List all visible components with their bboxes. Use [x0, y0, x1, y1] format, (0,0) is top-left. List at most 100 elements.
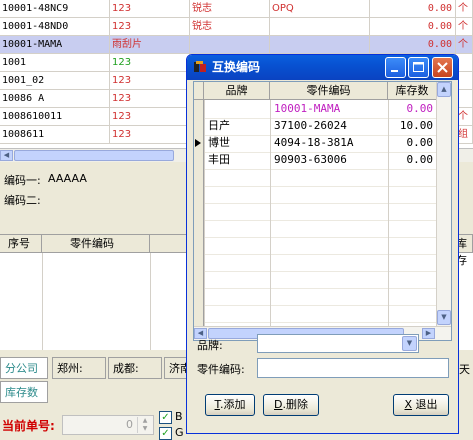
table-row[interactable]: 博世 4094-18-381A 0.00 [194, 135, 437, 152]
part-code-cell[interactable]: 1001_02 [0, 72, 110, 90]
col-header-brand[interactable]: 品牌 [204, 82, 270, 100]
app-icon [194, 61, 206, 72]
delete-button-label: .删除 [282, 398, 308, 411]
part-code-cell[interactable]: 1008610011 [0, 108, 110, 126]
chevron-down-icon[interactable]: ▼ [402, 336, 417, 351]
table-row[interactable]: 日产 37100-26024 10.00 [194, 118, 437, 135]
spec-cell[interactable] [270, 18, 370, 36]
part-code-cell[interactable]: 1001 [0, 54, 110, 72]
brand-cell[interactable]: 123 [110, 108, 190, 126]
table-row[interactable]: 10001-MAMA 雨刮片 0.00 个 [0, 36, 473, 54]
col-header-part-code[interactable]: 零件编码 [270, 82, 388, 100]
unit-cell[interactable]: 个 [456, 36, 473, 54]
brand-cell[interactable]: 博世 [204, 135, 270, 152]
interchange-grid-vscrollbar[interactable]: ▲ ▼ [436, 82, 451, 326]
part-code-cell[interactable]: 37100-26024 [270, 118, 388, 135]
row-divider [204, 254, 437, 255]
name-cell[interactable] [190, 36, 270, 54]
qty-cell[interactable]: 0.00 [388, 135, 437, 152]
col-header-index[interactable]: 序号 [0, 235, 42, 253]
part-code-cell[interactable]: 10086 A [0, 90, 110, 108]
exit-button[interactable]: X 退出 [393, 394, 449, 416]
part-code-cell[interactable]: 10001-48ND0 [0, 18, 110, 36]
col-divider [150, 253, 151, 350]
qty-cell[interactable]: 0.00 [370, 0, 456, 18]
table-row[interactable]: 10001-48NC9 123 锐志 OPQ 0.00 个 [0, 0, 473, 18]
row-divider [204, 186, 437, 187]
qty-cell[interactable]: 0.00 [388, 152, 437, 169]
order-number-spinner[interactable]: ▲ ▼ [137, 417, 152, 433]
part-code-cell[interactable]: 10001-48NC9 [0, 0, 110, 18]
col-header-stock-qty[interactable]: 库存数 [388, 82, 437, 100]
spec-cell[interactable] [270, 36, 370, 54]
dialog-titlebar[interactable]: 互换编码 [187, 55, 458, 80]
part-code-input[interactable] [257, 358, 449, 378]
brand-cell[interactable]: 丰田 [204, 152, 270, 169]
order-number-label: 当前单号: [2, 419, 55, 433]
code1-label: 编码一: [4, 174, 41, 187]
close-button[interactable] [432, 57, 453, 78]
checkbox-b[interactable]: ✓ [159, 411, 172, 424]
row-divider [204, 271, 437, 272]
brand-select[interactable]: ▼ [257, 334, 419, 353]
checkbox-g-label: G [175, 426, 184, 439]
brand-label: 品牌: [197, 339, 223, 352]
qty-cell[interactable]: 0.00 [388, 101, 437, 118]
part-code-label: 零件编码: [197, 363, 245, 376]
unit-cell[interactable]: 个 [456, 18, 473, 36]
brand-cell[interactable]: 123 [110, 90, 190, 108]
stock-count-label: 库存数 [0, 381, 48, 403]
add-button[interactable]: T.添加 [205, 394, 255, 416]
part-code-cell[interactable]: 10001-MAMA [270, 101, 388, 118]
brand-cell[interactable]: 日产 [204, 118, 270, 135]
hscroll-thumb[interactable] [14, 150, 174, 161]
order-number-value: 0 [126, 418, 133, 431]
col-header-part-code[interactable]: 零件编码 [42, 235, 150, 253]
table-row[interactable]: 10001-48ND0 123 锐志 0.00 个 [0, 18, 473, 36]
col-divider [42, 253, 43, 350]
scroll-left-icon[interactable]: ◀ [0, 150, 13, 161]
part-code-cell[interactable]: 10001-MAMA [0, 36, 110, 54]
part-code-cell[interactable]: 90903-63006 [270, 152, 388, 169]
branch-city-chengdu: 成都: [108, 357, 162, 379]
spec-cell[interactable]: OPQ [270, 0, 370, 18]
scroll-up-icon[interactable]: ▲ [437, 82, 451, 97]
row-divider [204, 305, 437, 306]
name-cell[interactable]: 锐志 [190, 18, 270, 36]
current-row-arrow-icon [195, 139, 201, 147]
part-code-cell[interactable]: 1008611 [0, 126, 110, 144]
row-divider [204, 322, 437, 323]
brand-cell[interactable]: 123 [110, 54, 190, 72]
unit-cell[interactable]: 个 [456, 0, 473, 18]
interchange-code-dialog[interactable]: 互换编码 品牌 零件编码 库存数 10001-MAMA 0.00 日产 37100-2… [186, 54, 459, 434]
part-code-cell[interactable]: 4094-18-381A [270, 135, 388, 152]
qty-cell[interactable]: 10.00 [388, 118, 437, 135]
scroll-right-icon[interactable]: ▶ [422, 328, 435, 339]
row-divider [204, 220, 437, 221]
name-cell[interactable]: 锐志 [190, 0, 270, 18]
brand-cell[interactable]: 123 [110, 126, 190, 144]
maximize-button[interactable] [408, 57, 429, 78]
table-row[interactable]: 丰田 90903-63006 0.00 [194, 152, 437, 169]
brand-cell[interactable]: 123 [110, 72, 190, 90]
table-row[interactable]: 10001-MAMA 0.00 [194, 101, 437, 118]
delete-button[interactable]: D.删除 [263, 394, 319, 416]
add-button-label: .添加 [219, 398, 246, 411]
exit-button-hotkey: X [404, 398, 413, 411]
row-divider [204, 169, 437, 170]
code2-label: 编码二: [4, 194, 41, 207]
qty-cell[interactable]: 0.00 [370, 36, 456, 54]
qty-cell[interactable]: 0.00 [370, 18, 456, 36]
order-number-field[interactable]: 0 ▲ ▼ [62, 415, 154, 435]
branch-label: 分公司 [0, 357, 48, 379]
brand-cell[interactable]: 123 [110, 18, 190, 36]
scroll-down-icon[interactable]: ▼ [437, 310, 451, 325]
interchange-grid-header: 品牌 零件编码 库存数 [194, 82, 437, 100]
brand-cell[interactable]: 123 [110, 0, 190, 18]
brand-cell[interactable] [204, 101, 270, 118]
close-icon [437, 62, 448, 73]
brand-cell[interactable]: 雨刮片 [110, 36, 190, 54]
interchange-grid[interactable]: 品牌 零件编码 库存数 10001-MAMA 0.00 日产 37100-26024 1… [193, 81, 452, 341]
checkbox-g[interactable]: ✓ [159, 427, 172, 440]
minimize-button[interactable] [385, 57, 406, 78]
